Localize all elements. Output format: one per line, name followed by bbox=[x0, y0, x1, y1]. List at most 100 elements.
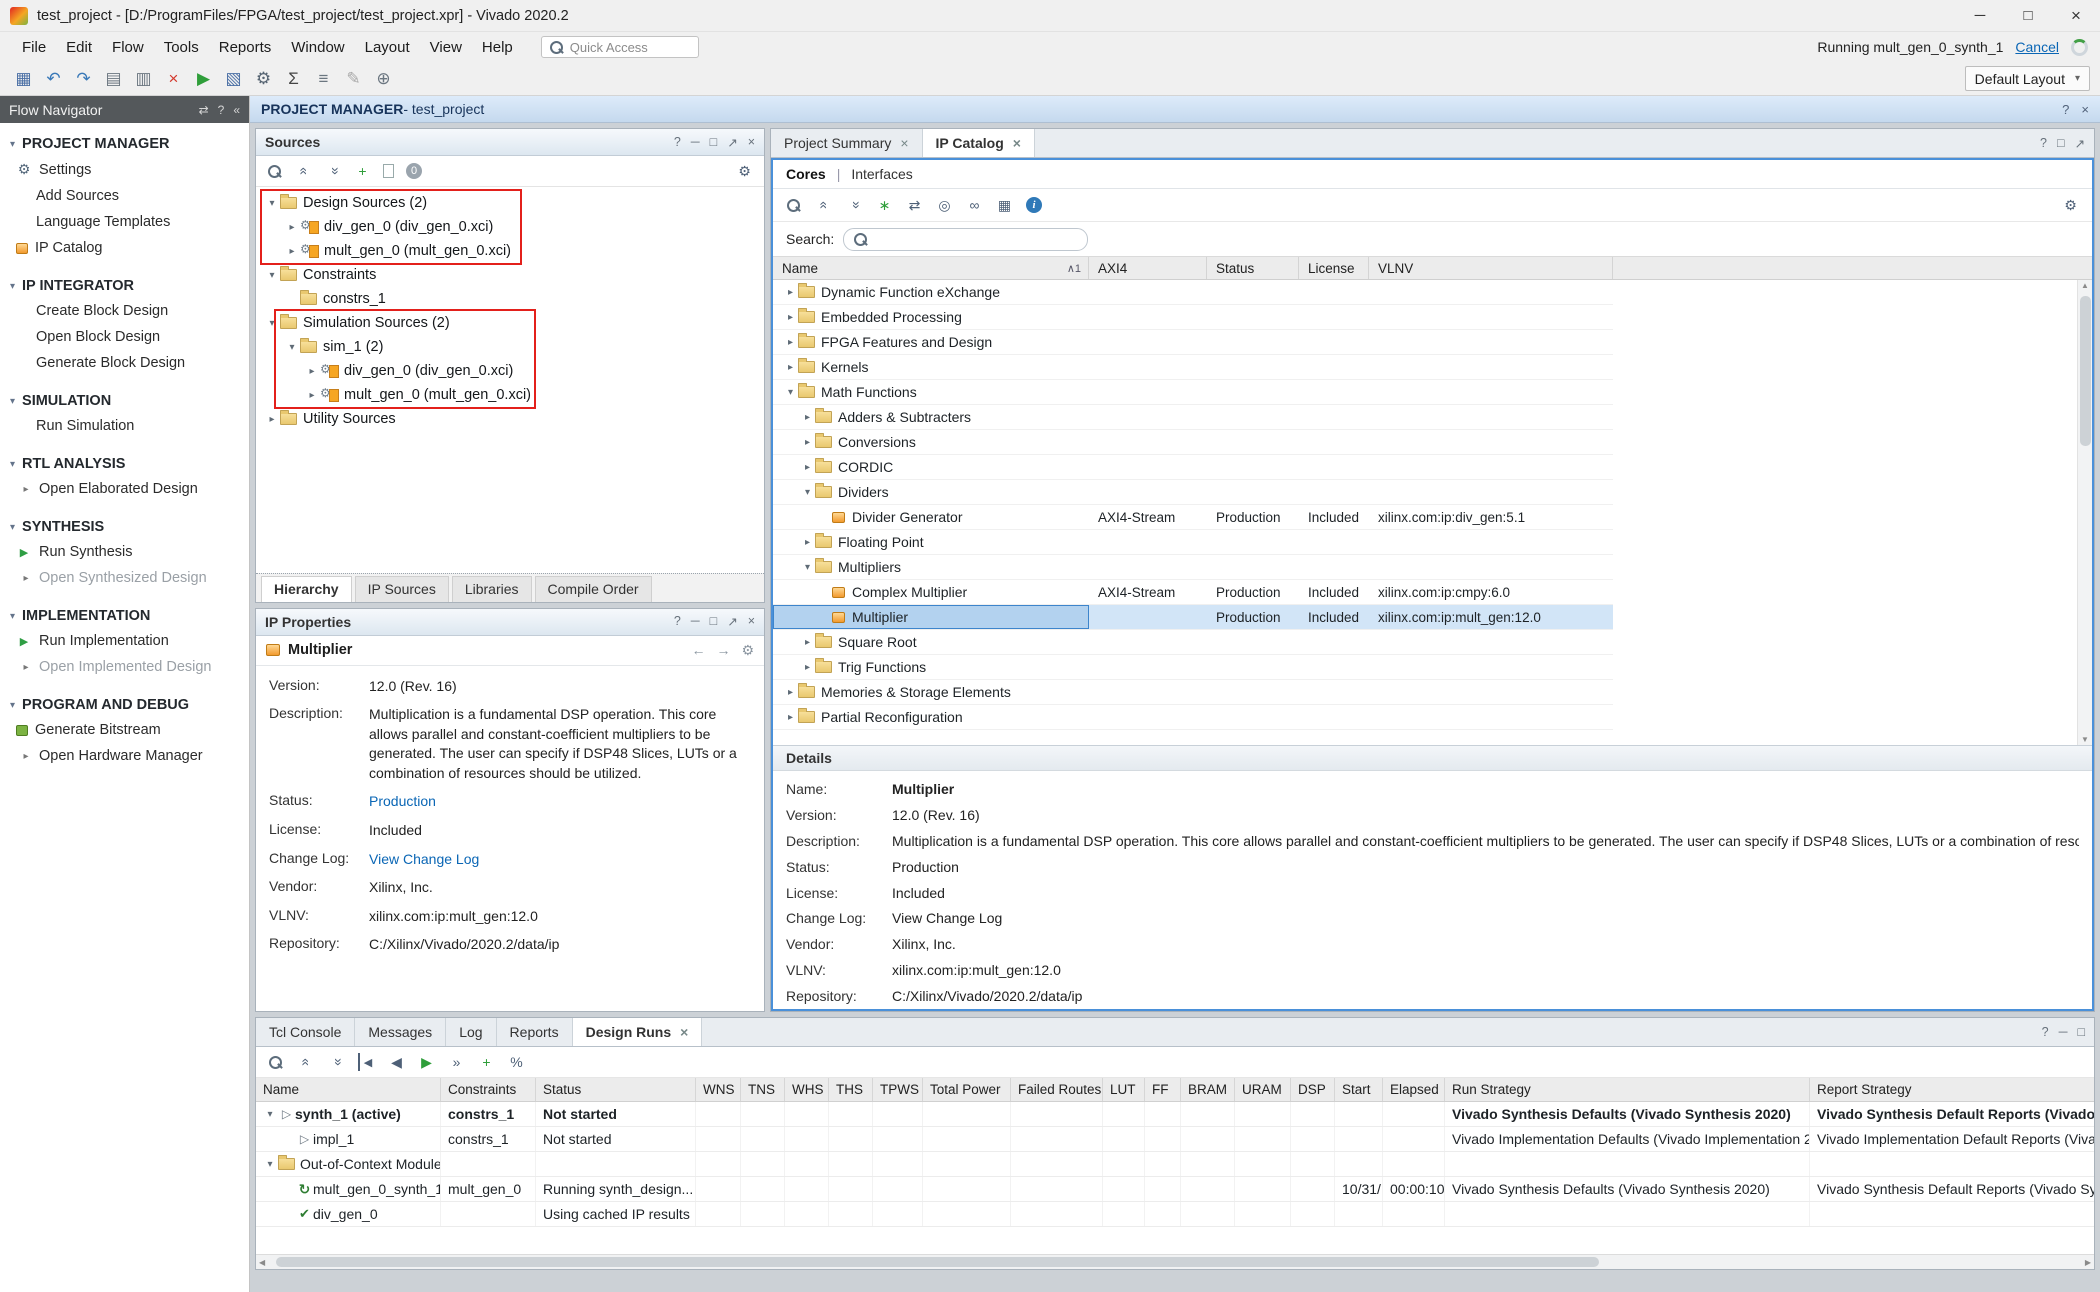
chevron-down-icon[interactable]: ▾ bbox=[800, 562, 815, 573]
chevron-right-icon[interactable]: ▸ bbox=[783, 712, 798, 723]
column-header-license[interactable]: License bbox=[1299, 257, 1369, 279]
nav-section-header-simulation[interactable]: ▾SIMULATION bbox=[0, 389, 249, 413]
catalog-row-trig-functions[interactable]: ▸Trig Functions bbox=[773, 655, 1613, 680]
runs-help-icon[interactable]: ? bbox=[2042, 1025, 2049, 1039]
property-link[interactable]: Production bbox=[369, 792, 751, 812]
undo-icon[interactable]: ↶ bbox=[40, 66, 67, 91]
source-tree-item-design-sources[interactable]: ▾Design Sources (2) bbox=[256, 191, 764, 215]
sidebar-item-open-implemented-design[interactable]: ▸Open Implemented Design bbox=[0, 654, 249, 680]
catalog-row-memories-storage-elements[interactable]: ▸Memories & Storage Elements bbox=[773, 680, 1613, 705]
details-link[interactable]: View Change Log bbox=[892, 909, 2079, 928]
column-header-axi4[interactable]: AXI4 bbox=[1089, 257, 1207, 279]
catalog-row-multiplier[interactable]: MultiplierProductionIncludedxilinx.com:i… bbox=[773, 605, 1613, 630]
runs-column-tpws[interactable]: TPWS bbox=[873, 1078, 923, 1101]
chevron-right-icon[interactable]: ▸ bbox=[783, 312, 798, 323]
tab-design-runs[interactable]: Design Runs× bbox=[573, 1018, 703, 1046]
chevron-right-icon[interactable]: ▸ bbox=[800, 537, 815, 548]
tab-reports[interactable]: Reports bbox=[497, 1018, 573, 1046]
file-icon[interactable] bbox=[383, 164, 394, 178]
runs-column-name[interactable]: Name bbox=[256, 1078, 441, 1101]
sources-tab-libraries[interactable]: Libraries bbox=[452, 576, 532, 602]
percent-icon[interactable]: % bbox=[508, 1053, 525, 1071]
runs-column-dsp[interactable]: DSP bbox=[1291, 1078, 1335, 1101]
run-row-synth-1-active[interactable]: ▾▷synth_1 (active)constrs_1Not startedVi… bbox=[256, 1102, 2094, 1127]
workspace-close-icon[interactable]: × bbox=[2081, 102, 2089, 117]
collapse-all-icon[interactable]: « bbox=[298, 1054, 316, 1071]
sidebar-item-run-implementation[interactable]: ▶Run Implementation bbox=[0, 628, 249, 654]
column-header-vlnv[interactable]: VLNV bbox=[1369, 257, 1613, 279]
scroll-down-icon[interactable]: ▼ bbox=[2078, 735, 2092, 744]
delete-icon[interactable]: × bbox=[160, 66, 187, 91]
sources-close-icon[interactable]: × bbox=[748, 135, 755, 150]
details-link[interactable]: Production bbox=[892, 858, 2079, 877]
source-tree-item-constraints[interactable]: ▾Constraints bbox=[256, 263, 764, 287]
runs-column-uram[interactable]: URAM bbox=[1235, 1078, 1291, 1101]
navigator-collapse-icon[interactable]: « bbox=[233, 103, 240, 117]
expand-all-icon[interactable]: « bbox=[846, 197, 864, 214]
settings-icon[interactable]: ⚙ bbox=[250, 66, 277, 91]
quick-access-search[interactable]: Quick Access bbox=[541, 36, 699, 58]
menu-tools[interactable]: Tools bbox=[154, 36, 209, 59]
source-tree-item-sim-1[interactable]: ▾sim_1 (2) bbox=[256, 335, 764, 359]
chevron-right-icon[interactable]: ▸ bbox=[783, 287, 798, 298]
runs-column-bram[interactable]: BRAM bbox=[1181, 1078, 1235, 1101]
sidebar-item-run-simulation[interactable]: Run Simulation bbox=[0, 413, 249, 439]
runs-column-failed-routes[interactable]: Failed Routes bbox=[1011, 1078, 1103, 1101]
step-forward-icon[interactable]: » bbox=[448, 1053, 465, 1071]
sum-icon[interactable]: Σ bbox=[280, 66, 307, 91]
column-header-name[interactable]: Name∧1 bbox=[773, 257, 1089, 279]
menu-help[interactable]: Help bbox=[472, 36, 523, 59]
play-icon[interactable]: ▶ bbox=[418, 1053, 435, 1071]
subtab-interfaces[interactable]: Interfaces bbox=[851, 166, 912, 182]
run-row-impl-1[interactable]: ▷impl_1constrs_1Not startedVivado Implem… bbox=[256, 1127, 2094, 1152]
chevron-right-icon[interactable]: ▸ bbox=[783, 337, 798, 348]
runs-column-ff[interactable]: FF bbox=[1145, 1078, 1181, 1101]
close-icon[interactable]: × bbox=[1013, 135, 1021, 151]
runs-column-total-power[interactable]: Total Power bbox=[923, 1078, 1011, 1101]
source-tree-item-mult-gen-0[interactable]: ▸mult_gen_0 (mult_gen_0.xci) bbox=[256, 383, 764, 407]
catalog-row-complex-multiplier[interactable]: Complex MultiplierAXI4-StreamProductionI… bbox=[773, 580, 1613, 605]
sidebar-item-add-sources[interactable]: Add Sources bbox=[0, 183, 249, 209]
nav-section-header-ip-integrator[interactable]: ▾IP INTEGRATOR bbox=[0, 274, 249, 298]
chevron-down-icon[interactable]: ▾ bbox=[264, 270, 280, 281]
gear-icon[interactable]: ⚙ bbox=[736, 162, 753, 180]
sources-help-icon[interactable]: ? bbox=[674, 135, 681, 150]
collapse-all-icon[interactable]: « bbox=[816, 197, 834, 214]
tab-tcl-console[interactable]: Tcl Console bbox=[256, 1018, 355, 1046]
catalog-row-partial-reconfiguration[interactable]: ▸Partial Reconfiguration bbox=[773, 705, 1613, 730]
maximize-button[interactable]: □ bbox=[2004, 0, 2052, 31]
source-tree-item-div-gen-0[interactable]: ▸div_gen_0 (div_gen_0.xci) bbox=[256, 215, 764, 239]
catalog-maximize-icon[interactable]: ↗ bbox=[2075, 136, 2085, 151]
scrollbar-thumb[interactable] bbox=[2080, 296, 2091, 446]
cancel-run-link[interactable]: Cancel bbox=[2015, 39, 2059, 55]
runs-column-report-strategy[interactable]: Report Strategy bbox=[1810, 1078, 2094, 1101]
catalog-row-divider-generator[interactable]: Divider GeneratorAXI4-StreamProductionIn… bbox=[773, 505, 1613, 530]
source-tree-item-simulation-sources[interactable]: ▾Simulation Sources (2) bbox=[256, 311, 764, 335]
redo-icon[interactable]: ↷ bbox=[70, 66, 97, 91]
chevron-down-icon[interactable]: ▾ bbox=[264, 318, 280, 329]
runs-float-icon[interactable]: □ bbox=[2077, 1025, 2085, 1039]
catalog-search-input[interactable] bbox=[843, 228, 1088, 251]
sources-float-icon[interactable]: □ bbox=[710, 135, 718, 150]
runs-column-elapsed[interactable]: Elapsed bbox=[1383, 1078, 1445, 1101]
gear-icon[interactable]: ⚙ bbox=[741, 642, 754, 659]
chevron-right-icon[interactable]: ▸ bbox=[800, 662, 815, 673]
chevron-right-icon[interactable]: ▸ bbox=[264, 414, 280, 425]
chevron-right-icon[interactable]: ▸ bbox=[800, 637, 815, 648]
menu-window[interactable]: Window bbox=[281, 36, 354, 59]
sources-tab-compile-order[interactable]: Compile Order bbox=[535, 576, 652, 602]
sidebar-item-ip-catalog[interactable]: IP Catalog bbox=[0, 235, 249, 261]
close-icon[interactable]: × bbox=[900, 135, 908, 151]
forward-arrow-icon[interactable]: → bbox=[716, 642, 730, 659]
report-icon[interactable]: ≡ bbox=[310, 66, 337, 91]
runs-column-status[interactable]: Status bbox=[536, 1078, 696, 1101]
chevron-right-icon[interactable]: ▸ bbox=[783, 687, 798, 698]
chevron-right-icon[interactable]: ▸ bbox=[800, 412, 815, 423]
collapse-all-icon[interactable]: « bbox=[296, 163, 314, 180]
chevron-down-icon[interactable]: ▾ bbox=[264, 198, 280, 209]
gear-icon[interactable]: ⚙ bbox=[2062, 196, 2079, 214]
runs-column-tns[interactable]: TNS bbox=[741, 1078, 785, 1101]
navigator-help-icon[interactable]: ? bbox=[218, 103, 225, 117]
tab-ip-catalog[interactable]: IP Catalog× bbox=[923, 129, 1035, 157]
sources-tab-hierarchy[interactable]: Hierarchy bbox=[261, 576, 352, 602]
